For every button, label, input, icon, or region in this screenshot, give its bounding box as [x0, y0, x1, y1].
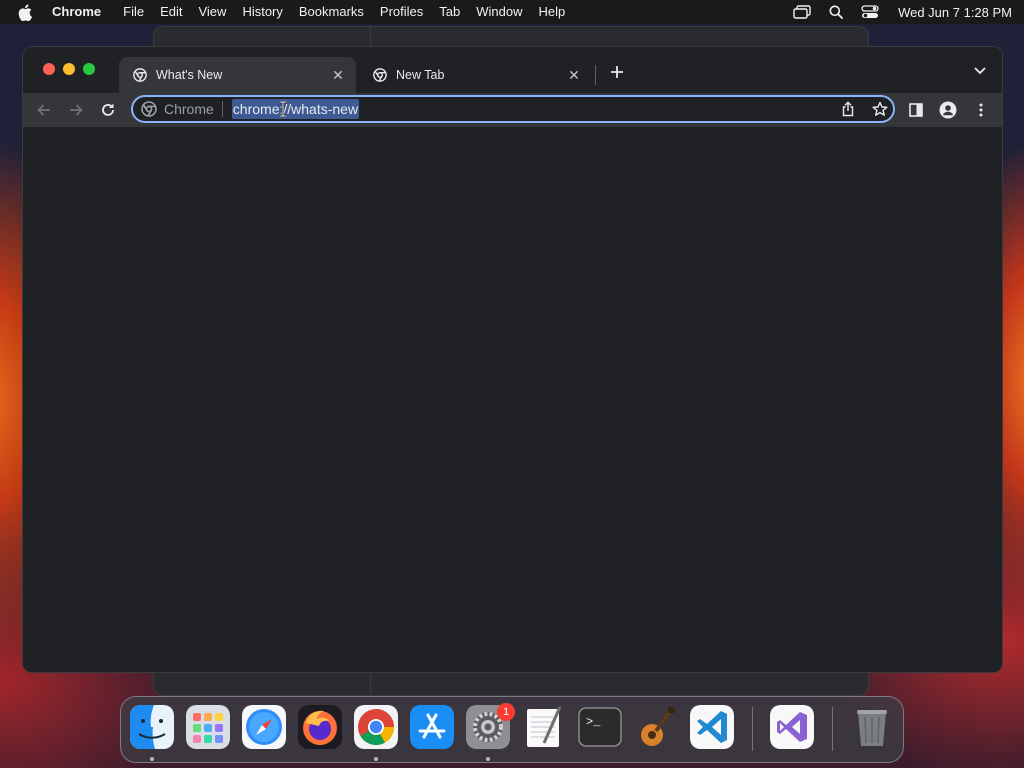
garageband-icon[interactable]: [634, 705, 678, 749]
menu-edit[interactable]: Edit: [152, 0, 190, 24]
launchpad-icon[interactable]: [186, 705, 230, 749]
running-indicator: [374, 757, 378, 761]
chrome-favicon-icon: [133, 68, 147, 82]
omnibox-chip-label: Chrome: [164, 101, 214, 117]
dock: 1 >_: [120, 696, 904, 763]
control-center-icon[interactable]: [860, 4, 880, 20]
menu-bar-clock[interactable]: Wed Jun 7 1:28 PM: [898, 5, 1012, 20]
tab-strip: What's New ✕ New Tab ✕: [23, 47, 1002, 93]
tab-title: What's New: [156, 68, 223, 82]
notification-badge: 1: [497, 703, 515, 721]
window-zoom-button[interactable]: [83, 63, 95, 75]
profile-avatar-icon[interactable]: [936, 98, 960, 122]
tab-search-chevron-icon[interactable]: [970, 63, 990, 79]
svg-text:>_: >_: [586, 715, 601, 729]
tab-new-tab[interactable]: New Tab ✕: [359, 57, 592, 93]
menu-help[interactable]: Help: [531, 0, 574, 24]
chrome-icon[interactable]: [354, 705, 398, 749]
apple-menu-icon[interactable]: [18, 3, 36, 21]
side-panel-icon[interactable]: [904, 98, 928, 122]
tab-divider: [595, 65, 596, 85]
more-menu-icon[interactable]: [969, 98, 993, 122]
menu-bar: Chrome File Edit View History Bookmarks …: [0, 0, 1024, 24]
address-bar[interactable]: Chrome chrome://whats-new: [131, 95, 895, 123]
running-indicator: [486, 757, 490, 761]
chrome-site-icon: [141, 101, 157, 117]
omnibox-separator: [221, 101, 223, 117]
new-tab-plus-icon[interactable]: [607, 62, 627, 82]
firefox-icon[interactable]: [298, 705, 342, 749]
running-indicator: [150, 757, 154, 761]
menu-file[interactable]: File: [115, 0, 152, 24]
trash-icon[interactable]: [850, 705, 894, 749]
textedit-icon[interactable]: [522, 705, 566, 749]
page-content-area[interactable]: [23, 127, 1002, 672]
browser-toolbar: Chrome chrome://whats-new: [23, 93, 1002, 127]
address-url-text[interactable]: chrome://whats-new: [231, 99, 360, 119]
menu-window[interactable]: Window: [468, 0, 530, 24]
app-store-icon[interactable]: [410, 705, 454, 749]
menu-profiles[interactable]: Profiles: [372, 0, 431, 24]
safari-icon[interactable]: [242, 705, 286, 749]
terminal-icon[interactable]: >_: [578, 705, 622, 749]
screen-mirroring-icon[interactable]: [792, 4, 812, 20]
tab-whats-new[interactable]: What's New ✕: [119, 57, 356, 93]
reload-icon[interactable]: [96, 98, 120, 122]
window-close-button[interactable]: [43, 63, 55, 75]
menu-view[interactable]: View: [190, 0, 234, 24]
chrome-favicon-icon: [373, 68, 387, 82]
menu-bookmarks[interactable]: Bookmarks: [291, 0, 372, 24]
spotlight-search-icon[interactable]: [826, 4, 846, 20]
menu-history[interactable]: History: [234, 0, 290, 24]
menu-tab[interactable]: Tab: [431, 0, 468, 24]
back-arrow-icon[interactable]: [32, 98, 56, 122]
bookmark-star-icon[interactable]: [871, 100, 889, 118]
tab-close-icon[interactable]: ✕: [330, 67, 346, 83]
menu-app-name[interactable]: Chrome: [52, 0, 109, 24]
forward-arrow-icon[interactable]: [64, 98, 88, 122]
text-cursor-icon: [280, 101, 286, 117]
dock-separator: [752, 707, 753, 751]
chrome-window: What's New ✕ New Tab ✕ Chrome chrome://w…: [22, 46, 1003, 673]
vscode-icon[interactable]: [690, 705, 734, 749]
finder-icon[interactable]: [130, 705, 174, 749]
visual-studio-icon[interactable]: [770, 705, 814, 749]
window-minimize-button[interactable]: [63, 63, 75, 75]
tab-title: New Tab: [396, 68, 445, 82]
share-icon[interactable]: [839, 100, 857, 118]
dock-separator: [832, 707, 833, 751]
tab-close-icon[interactable]: ✕: [566, 67, 582, 83]
